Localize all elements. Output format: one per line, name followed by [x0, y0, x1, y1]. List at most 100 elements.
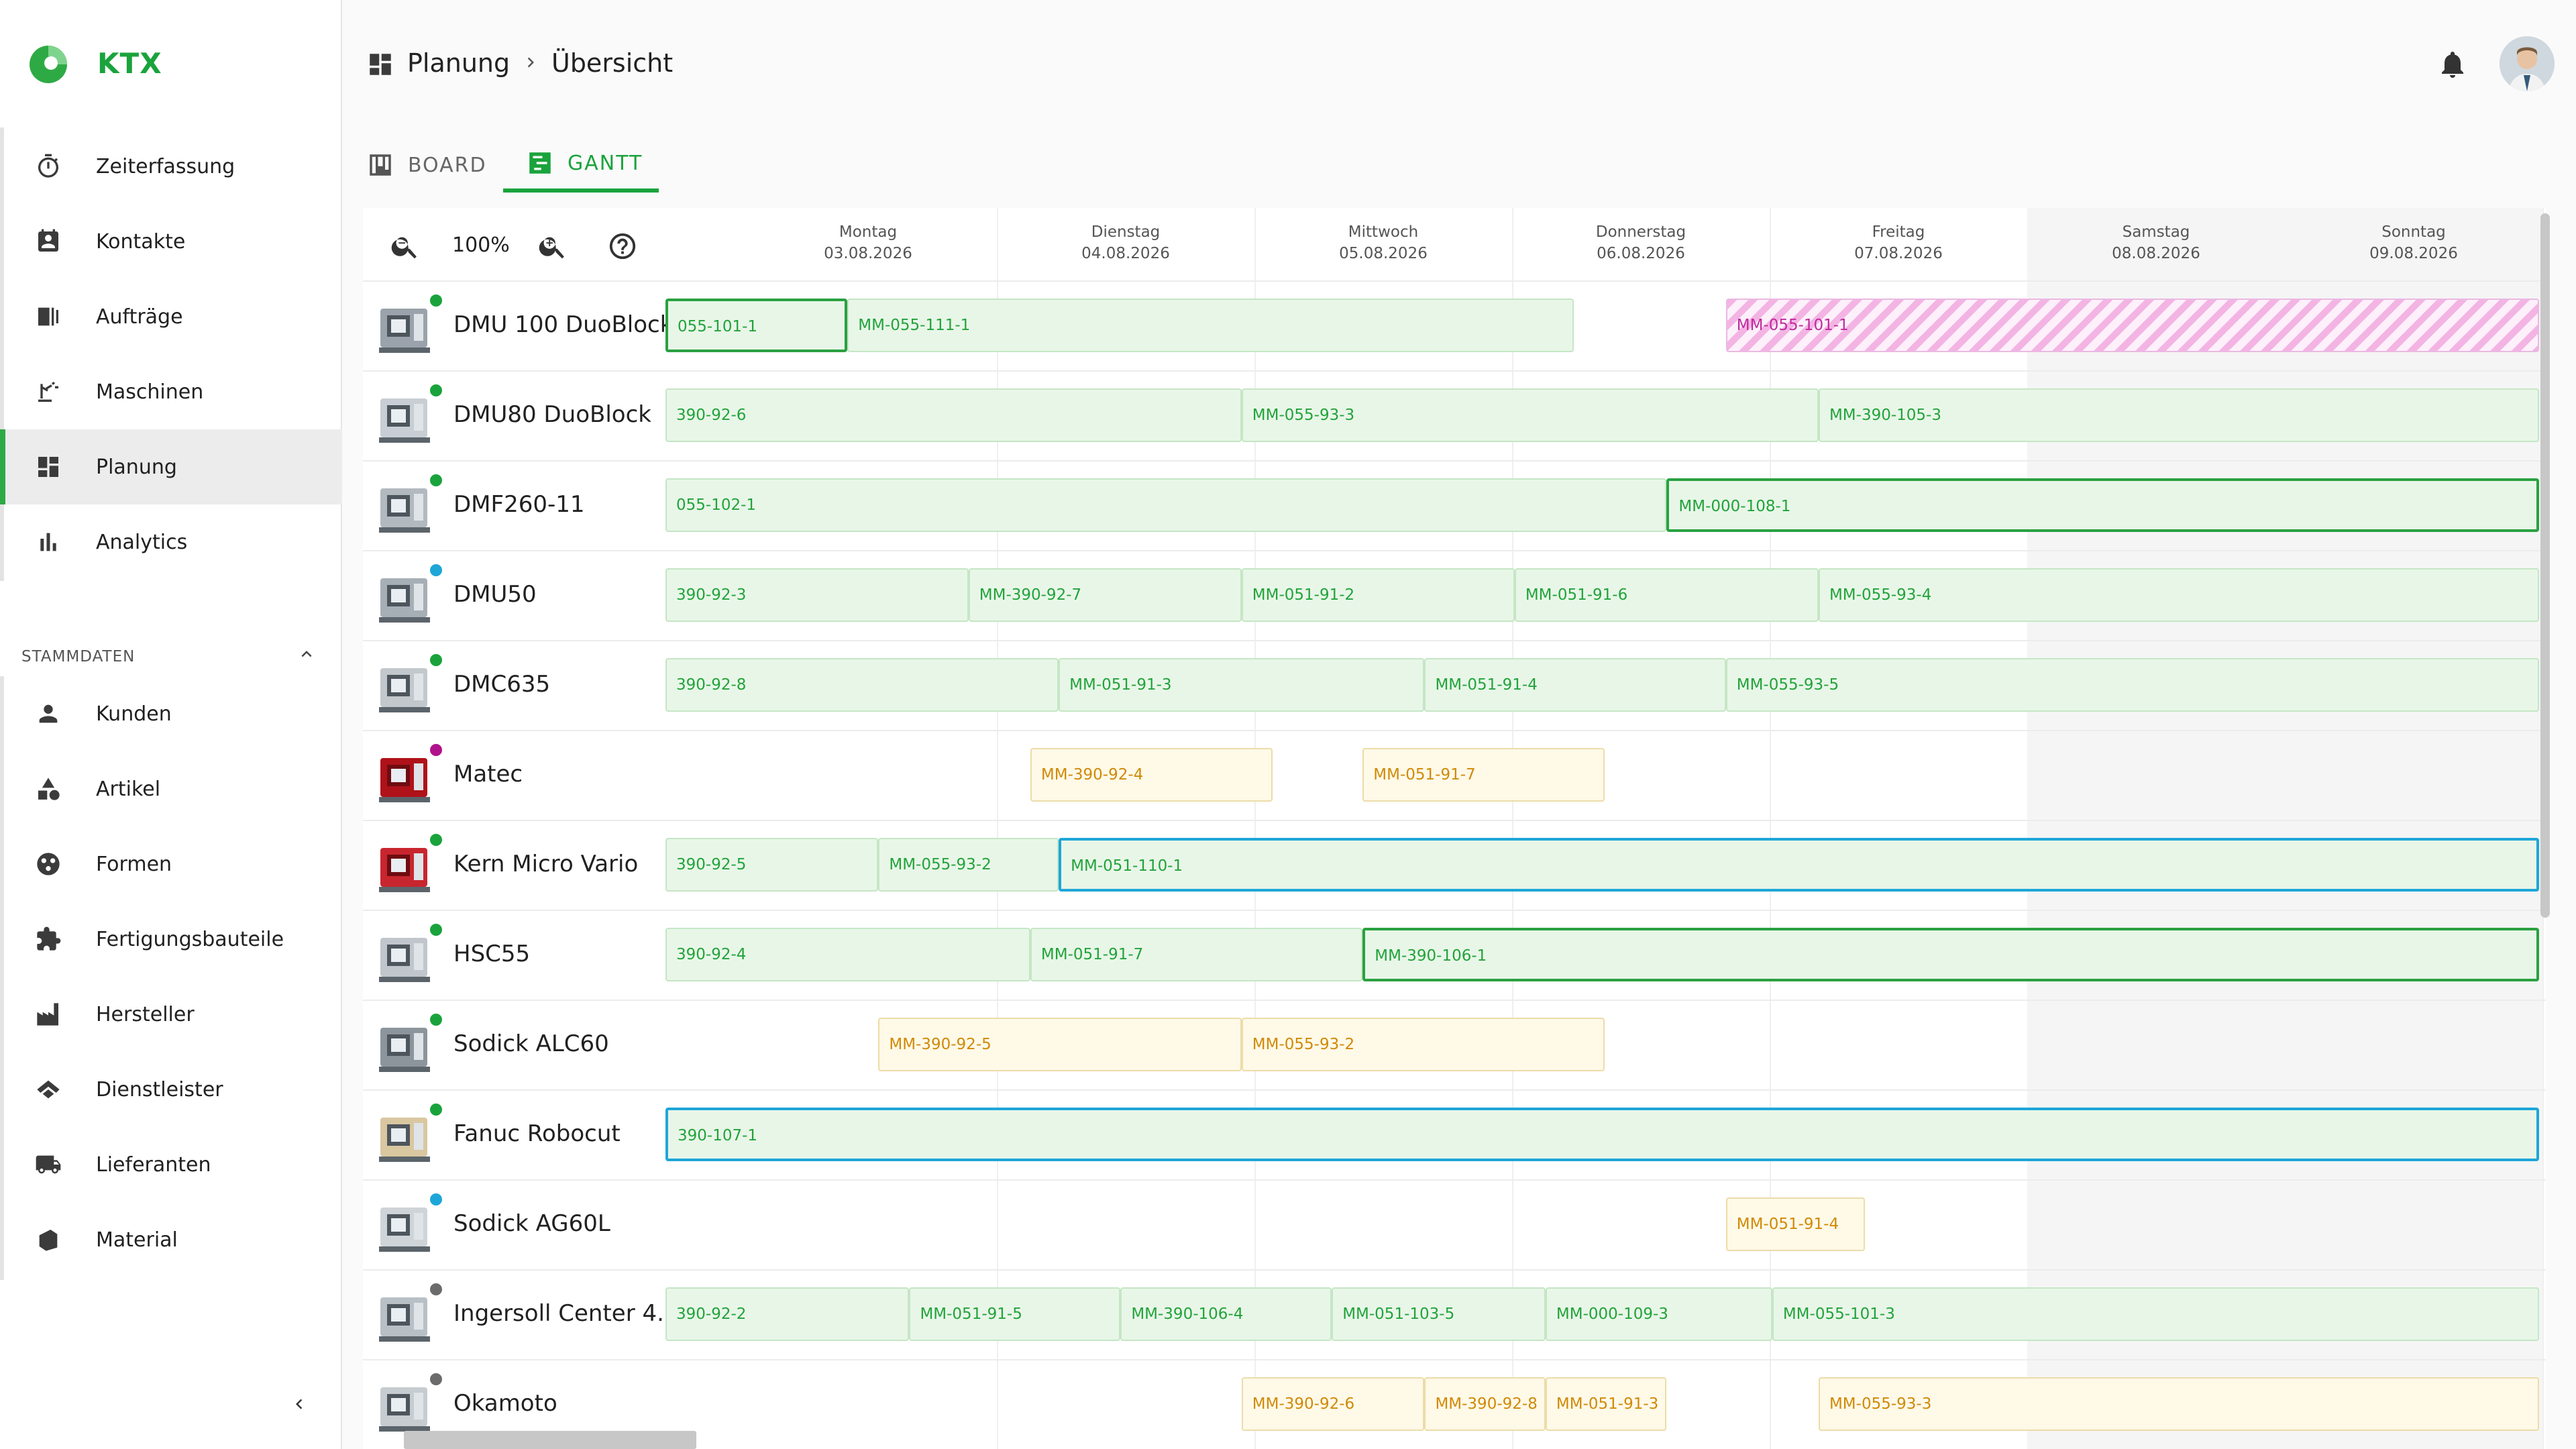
nav-lieferanten[interactable]: Lieferanten [0, 1127, 342, 1202]
nav-maschinen[interactable]: Maschinen [0, 354, 342, 429]
task-bar[interactable]: MM-051-91-5 [909, 1287, 1121, 1341]
machine-name[interactable]: Matec [453, 761, 523, 788]
machine-name[interactable]: Kern Micro Vario [453, 851, 638, 877]
category-icon [34, 774, 63, 804]
horizontal-scrollbar[interactable] [404, 1431, 696, 1449]
task-bar[interactable]: MM-051-91-7 [1030, 928, 1363, 981]
task-bar[interactable]: MM-000-108-1 [1666, 478, 2539, 532]
task-bar[interactable]: 055-102-1 [665, 478, 1667, 532]
machine-name[interactable]: Sodick ALC60 [453, 1030, 609, 1057]
task-bar[interactable]: MM-051-91-3 [1545, 1377, 1667, 1431]
task-bar[interactable]: MM-055-93-4 [1818, 568, 2539, 622]
task-bar[interactable]: 055-101-1 [665, 299, 848, 352]
gantt-row: DMC635 390-92-8 MM-051-91-3 MM-051-91-4 MM-0… [363, 640, 2546, 730]
zoom-in-icon[interactable] [537, 231, 568, 262]
nav-kontakte[interactable]: Kontakte [0, 204, 342, 279]
machine-name[interactable]: DMU80 DuoBlock [453, 401, 651, 428]
sidebar: KTX Zeiterfassung Kontakte Aufträge Masc… [0, 0, 342, 1449]
task-bar[interactable]: MM-055-93-2 [1241, 1018, 1605, 1071]
machine-name[interactable]: Fanuc Robocut [453, 1120, 621, 1147]
nav-label: Kunden [96, 702, 172, 726]
nav-material[interactable]: Material [0, 1202, 342, 1277]
task-bar[interactable]: 390-92-4 [665, 928, 1030, 981]
machine-name[interactable]: Okamoto [453, 1390, 557, 1417]
nav-fertigungsbauteile[interactable]: Fertigungsbauteile [0, 902, 342, 977]
chevron-up-icon[interactable] [297, 644, 317, 664]
gantt-row: DMF260-11 055-102-1 MM-000-108-1 [363, 460, 2546, 550]
nav-formen[interactable]: Formen [0, 826, 342, 902]
person-icon [34, 699, 63, 729]
nav-artikel[interactable]: Artikel [0, 751, 342, 826]
task-bar[interactable]: 390-92-8 [665, 658, 1059, 712]
task-bar[interactable]: MM-390-92-5 [878, 1018, 1242, 1071]
task-bar[interactable]: MM-051-91-7 [1362, 748, 1605, 802]
day-date: 06.08.2026 [1597, 245, 1685, 262]
day-date: 08.08.2026 [2112, 245, 2200, 262]
user-avatar[interactable] [2500, 36, 2555, 91]
collapse-sidebar-button[interactable] [287, 1392, 311, 1416]
task-bar[interactable]: MM-051-110-1 [1059, 838, 2539, 892]
task-bar[interactable]: 390-92-5 [665, 838, 879, 892]
breadcrumb-parent[interactable]: Planung [407, 48, 510, 78]
nav-dienstleister[interactable]: Dienstleister [0, 1052, 342, 1127]
nav-planung[interactable]: Planung [0, 429, 342, 504]
day-name: Dienstag [1091, 223, 1161, 241]
tab-board[interactable]: BOARD [366, 138, 487, 193]
machine-status-dot [428, 1371, 444, 1387]
task-bar[interactable]: MM-390-106-4 [1120, 1287, 1332, 1341]
task-bar[interactable]: MM-055-101-1 [1725, 299, 2539, 352]
machine-name[interactable]: HSC55 [453, 941, 530, 967]
task-bar[interactable]: 390-107-1 [665, 1108, 2539, 1161]
day-header: Dienstag 04.08.2026 [997, 221, 1254, 264]
machine-name[interactable]: DMU50 [453, 581, 537, 608]
machine-name[interactable]: Ingersoll Center 4... [453, 1300, 668, 1327]
day-name: Mittwoch [1348, 223, 1419, 241]
tab-gantt[interactable]: GANTT [503, 138, 659, 193]
nav-analytics[interactable]: Analytics [0, 504, 342, 580]
task-bar[interactable]: MM-051-91-6 [1514, 568, 1819, 622]
task-bar[interactable]: MM-390-92-7 [968, 568, 1242, 622]
task-bar[interactable]: MM-055-111-1 [847, 299, 1574, 352]
day-name: Freitag [1872, 223, 1925, 241]
task-bar[interactable]: MM-390-92-8 [1424, 1377, 1546, 1431]
task-bar[interactable]: 390-92-2 [665, 1287, 910, 1341]
tab-label: GANTT [568, 151, 643, 175]
gantt-row: Fanuc Robocut 390-107-1 [363, 1089, 2546, 1179]
task-bar[interactable]: MM-051-91-4 [1424, 658, 1726, 712]
task-bar[interactable]: MM-390-105-3 [1818, 388, 2539, 442]
task-bar[interactable]: MM-055-93-3 [1818, 1377, 2539, 1431]
task-bar[interactable]: MM-051-91-2 [1241, 568, 1515, 622]
day-header: Donnerstag 06.08.2026 [1512, 221, 1770, 264]
task-bar[interactable]: MM-390-92-4 [1030, 748, 1273, 802]
day-date: 03.08.2026 [824, 245, 912, 262]
task-bar[interactable]: MM-051-91-3 [1059, 658, 1425, 712]
zoom-level: 100% [452, 233, 510, 257]
task-bar[interactable]: MM-055-93-2 [878, 838, 1059, 892]
vertical-scrollbar[interactable] [2540, 213, 2550, 918]
gantt-row: DMU 100 DuoBlock 055-101-1 MM-055-111-1 MM-… [363, 280, 2546, 370]
task-bar[interactable]: MM-055-93-5 [1725, 658, 2539, 712]
machine-status-dot [428, 382, 444, 398]
zoom-out-icon[interactable] [390, 231, 421, 262]
task-bar[interactable]: MM-051-103-5 [1332, 1287, 1546, 1341]
bell-icon[interactable] [2436, 48, 2469, 80]
machine-name[interactable]: DMF260-11 [453, 491, 585, 518]
task-bar[interactable]: MM-390-106-1 [1362, 928, 2539, 981]
task-bar[interactable]: 390-92-6 [665, 388, 1242, 442]
task-bar[interactable]: 390-92-3 [665, 568, 969, 622]
task-bar[interactable]: MM-000-109-3 [1545, 1287, 1772, 1341]
handshake-icon [34, 1075, 63, 1104]
task-bar[interactable]: MM-390-92-6 [1241, 1377, 1425, 1431]
nav-zeiterfassung[interactable]: Zeiterfassung [0, 129, 342, 204]
nav-auftraege[interactable]: Aufträge [0, 279, 342, 354]
task-bar[interactable]: MM-055-93-3 [1241, 388, 1819, 442]
machine-name[interactable]: DMU 100 DuoBlock [453, 311, 668, 338]
task-bar[interactable]: MM-051-91-4 [1725, 1197, 1866, 1251]
machine-name[interactable]: Sodick AG60L [453, 1210, 610, 1237]
avatar-image [2500, 36, 2555, 91]
task-bar[interactable]: MM-055-101-3 [1772, 1287, 2539, 1341]
help-icon[interactable] [607, 231, 638, 262]
nav-kunden[interactable]: Kunden [0, 676, 342, 751]
nav-hersteller[interactable]: Hersteller [0, 977, 342, 1052]
machine-name[interactable]: DMC635 [453, 671, 550, 698]
